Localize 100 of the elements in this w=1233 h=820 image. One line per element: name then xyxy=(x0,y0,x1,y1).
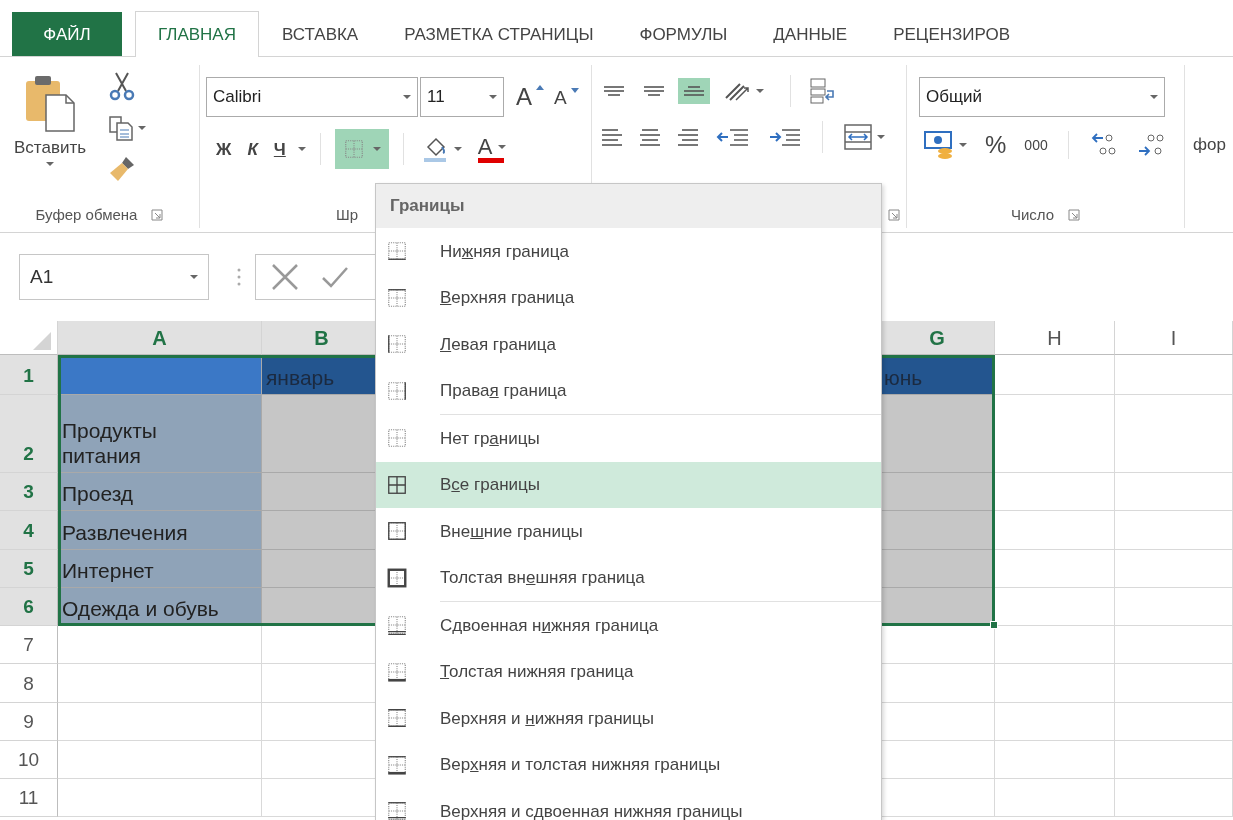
italic-button[interactable]: К xyxy=(243,138,262,160)
table-cell[interactable] xyxy=(995,703,1115,741)
ribbon-tab[interactable]: ВСТАВКА xyxy=(259,12,382,57)
table-cell[interactable] xyxy=(58,779,262,817)
menu-item[interactable]: Верхняя граница xyxy=(376,274,881,321)
table-cell[interactable] xyxy=(995,395,1115,473)
table-cell[interactable] xyxy=(1115,355,1233,395)
file-tab[interactable]: ФАЙЛ xyxy=(12,12,122,56)
table-cell[interactable] xyxy=(1115,626,1233,664)
selected-cell[interactable]: Одежда и обувь xyxy=(58,588,262,626)
caret-icon xyxy=(372,147,381,151)
row-header[interactable]: 11 xyxy=(0,779,58,817)
menu-item[interactable]: Верхняя и сдвоенная нижняя границы xyxy=(376,788,881,820)
table-cell[interactable] xyxy=(995,664,1115,703)
align-left-icon xyxy=(602,128,622,146)
menu-item[interactable]: Толстая внешняя граница xyxy=(376,554,881,601)
caret-icon xyxy=(1150,95,1158,99)
table-cell[interactable] xyxy=(995,355,1115,395)
menu-item[interactable]: Верхняя и толстая нижняя границы xyxy=(376,741,881,788)
ribbon-tab[interactable]: ДАННЫЕ xyxy=(750,12,871,57)
column-header[interactable]: H xyxy=(995,321,1115,355)
row-header[interactable]: 5 xyxy=(0,550,58,588)
menu-item[interactable]: Внешние границы xyxy=(376,508,881,555)
paste-button[interactable]: Вставить xyxy=(6,65,95,202)
table-cell[interactable] xyxy=(1115,779,1233,817)
ribbon-tab[interactable]: РЕЦЕНЗИРОВ xyxy=(870,12,1034,57)
ribbon-tab[interactable]: ФОРМУЛЫ xyxy=(616,12,751,57)
ribbon-tab[interactable]: ГЛАВНАЯ xyxy=(135,11,259,57)
wrap-text-icon xyxy=(809,77,837,105)
font-color-button[interactable]: A xyxy=(473,133,511,165)
table-cell[interactable] xyxy=(1115,703,1233,741)
table-cell[interactable] xyxy=(1115,395,1233,473)
row-header[interactable]: 3 xyxy=(0,473,58,511)
menu-item[interactable]: Нижняя граница xyxy=(376,228,881,275)
selected-cell[interactable] xyxy=(880,550,995,588)
shrink-font-button[interactable]: A xyxy=(550,85,583,109)
row-header[interactable]: 6 xyxy=(0,588,58,626)
table-cell[interactable] xyxy=(995,741,1115,779)
row-header[interactable]: 2 xyxy=(0,395,58,473)
table-cell[interactable] xyxy=(1115,511,1233,550)
selected-cell[interactable]: Развлечения xyxy=(58,511,262,550)
align-bottom-button[interactable] xyxy=(678,78,710,104)
underline-button[interactable]: Ч xyxy=(269,138,290,160)
menu-item[interactable]: Все границы xyxy=(376,461,881,508)
menu-item[interactable]: Сдвоенная нижняя граница xyxy=(376,602,881,649)
table-cell[interactable] xyxy=(58,741,262,779)
borders-button[interactable] xyxy=(334,129,389,169)
font-size-dropdown[interactable]: 11 xyxy=(420,77,504,117)
row-header[interactable]: 7 xyxy=(0,626,58,664)
table-cell[interactable] xyxy=(995,473,1115,511)
decrease-indent-icon xyxy=(716,126,750,148)
menu-item[interactable]: Правая граница xyxy=(376,367,881,414)
percent-button[interactable]: % xyxy=(981,131,1011,159)
scissors-icon xyxy=(108,71,137,101)
selected-cell[interactable] xyxy=(880,473,995,511)
border-bottom-icon xyxy=(386,240,408,263)
money-coins-icon xyxy=(923,129,955,161)
table-cell[interactable] xyxy=(58,664,262,703)
row-header[interactable]: 10 xyxy=(0,741,58,779)
table-cell[interactable] xyxy=(1115,473,1233,511)
bold-button[interactable]: Ж xyxy=(212,138,236,160)
thousands-separator-button[interactable]: 000 xyxy=(1020,136,1052,154)
row-header[interactable]: 9 xyxy=(0,703,58,741)
menu-item[interactable]: Толстая нижняя граница xyxy=(376,648,881,695)
ribbon-tab[interactable]: РАЗМЕТКА СТРАНИЦЫ xyxy=(381,12,617,57)
row-header[interactable]: 1 xyxy=(0,355,58,395)
selected-cell[interactable] xyxy=(880,588,995,626)
selected-cell[interactable] xyxy=(880,395,995,473)
border-top-bottom-icon xyxy=(386,707,408,730)
column-header[interactable]: A xyxy=(58,321,262,355)
table-cell[interactable] xyxy=(58,626,262,664)
selected-cell[interactable]: Проезд xyxy=(58,473,262,511)
table-cell[interactable] xyxy=(995,626,1115,664)
column-header[interactable]: G xyxy=(880,321,995,355)
name-box[interactable]: A1 xyxy=(19,254,209,300)
menu-item[interactable]: Нет границы xyxy=(376,415,881,462)
table-cell[interactable] xyxy=(995,550,1115,588)
grow-font-button[interactable]: A xyxy=(512,83,548,111)
border-thick-bottom-icon xyxy=(386,660,408,683)
table-cell[interactable] xyxy=(995,511,1115,550)
font-name-dropdown[interactable]: Calibri xyxy=(206,77,418,117)
border-outside-icon xyxy=(386,520,408,543)
selected-cell[interactable]: Продукты питания xyxy=(58,395,262,473)
column-header[interactable]: I xyxy=(1115,321,1233,355)
border-thick-outside-icon xyxy=(386,566,408,589)
number-format-dropdown[interactable]: Общий xyxy=(919,77,1165,117)
table-cell[interactable] xyxy=(1115,588,1233,626)
selected-cell[interactable] xyxy=(880,511,995,550)
menu-item[interactable]: Верхняя и нижняя границы xyxy=(376,695,881,742)
merge-cells-icon xyxy=(843,123,873,151)
table-cell[interactable] xyxy=(1115,550,1233,588)
row-header[interactable]: 4 xyxy=(0,511,58,550)
fill-handle[interactable] xyxy=(990,621,998,629)
table-cell[interactable] xyxy=(1115,664,1233,703)
selected-cell[interactable]: Интернет xyxy=(58,550,262,588)
table-cell[interactable] xyxy=(58,703,262,741)
table-cell[interactable] xyxy=(1115,741,1233,779)
menu-item[interactable]: Левая граница xyxy=(376,321,881,368)
table-cell[interactable] xyxy=(995,779,1115,817)
row-header[interactable]: 8 xyxy=(0,664,58,703)
